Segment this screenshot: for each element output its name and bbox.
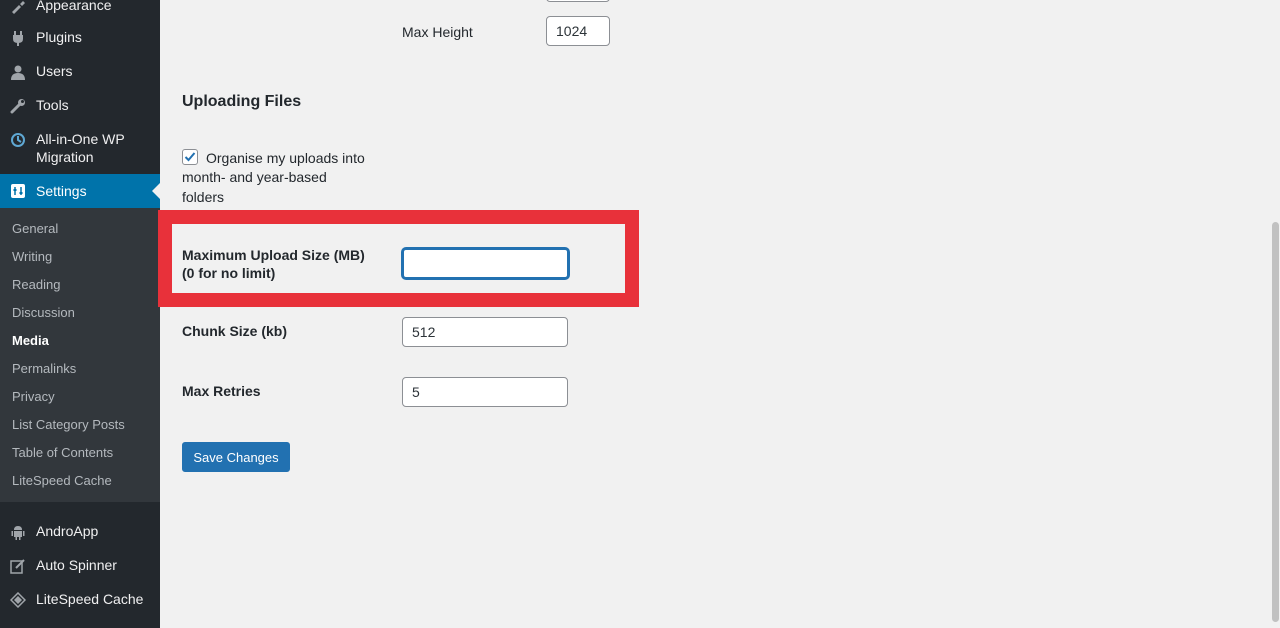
sidebar-item-plugins[interactable]: Plugins (0, 28, 160, 48)
max-upload-size-label-line-1: Maximum Upload Size (MB) (182, 247, 365, 263)
scrollbar-thumb[interactable] (1272, 222, 1279, 622)
sidebar-item-tools[interactable]: Tools (0, 96, 160, 116)
sidebar-item-label: AndroApp (36, 523, 99, 539)
max-upload-size-label-line-2: (0 for no limit) (182, 265, 276, 281)
sidebar-item-auto-spinner[interactable]: Auto Spinner (0, 556, 160, 576)
organise-uploads-label-line-2: month- and year-based (182, 169, 327, 185)
submenu-item-list-category-posts[interactable]: List Category Posts (12, 417, 125, 432)
diamond-icon (8, 590, 28, 610)
submenu-item-privacy[interactable]: Privacy (12, 389, 55, 404)
sidebar-item-label: Settings (36, 183, 87, 199)
submenu-item-general[interactable]: General (12, 221, 58, 236)
max-retries-label: Max Retries (182, 383, 261, 399)
organise-uploads-label-line-1: Organise my uploads into (206, 150, 365, 166)
migration-icon (8, 130, 28, 150)
sidebar-item-label: Plugins (36, 29, 82, 45)
submenu-item-media[interactable]: Media (12, 333, 49, 348)
submenu-item-reading[interactable]: Reading (12, 277, 60, 292)
sidebar-item-litespeed-cache[interactable]: LiteSpeed Cache (0, 590, 160, 610)
max-upload-size-input[interactable] (402, 248, 569, 279)
settings-content: Max Height 1024 Uploading Files Organise… (158, 0, 1270, 628)
max-height-label: Max Height (402, 24, 473, 40)
brush-icon (8, 0, 28, 16)
uploading-files-heading: Uploading Files (182, 93, 302, 110)
organise-uploads-checkbox[interactable] (182, 149, 198, 165)
sidebar-item-label: Auto Spinner (36, 557, 117, 573)
sidebar-item-label: LiteSpeed Cache (36, 591, 144, 607)
sidebar-item-label: Appearance (36, 0, 112, 13)
sidebar-item-label: Tools (36, 97, 69, 113)
submenu-item-table-of-contents[interactable]: Table of Contents (12, 445, 113, 460)
sidebar-item-label: All-in-One WP Migration (36, 131, 125, 165)
submenu-item-litespeed-cache[interactable]: LiteSpeed Cache (12, 473, 112, 488)
sidebar-item-all-in-one-wp-migration[interactable]: All-in-One WP Migration (0, 130, 160, 168)
sidebar-item-androapp[interactable]: AndroApp (0, 522, 160, 542)
max-height-input[interactable]: 1024 (546, 16, 610, 46)
settings-icon (8, 181, 28, 201)
wrench-icon (8, 96, 28, 116)
scrollbar[interactable] (1270, 0, 1280, 628)
user-icon (8, 62, 28, 82)
chunk-size-input[interactable]: 512 (402, 317, 568, 347)
save-changes-button[interactable]: Save Changes (182, 442, 290, 472)
submenu-item-discussion[interactable]: Discussion (12, 305, 75, 320)
organise-uploads-label-line-3: folders (182, 189, 225, 205)
settings-submenu: General Writing Reading Discussion Media… (0, 208, 160, 502)
chunk-size-label: Chunk Size (kb) (182, 323, 288, 339)
checkmark-icon (184, 152, 196, 162)
edit-icon (8, 556, 28, 576)
sidebar-item-users[interactable]: Users (0, 62, 160, 82)
sidebar-item-settings[interactable]: Settings (0, 174, 160, 208)
sidebar-item-label: Users (36, 63, 73, 79)
sidebar-item-appearance[interactable]: Appearance (0, 0, 160, 18)
android-icon (8, 522, 28, 542)
plugin-icon (8, 28, 28, 48)
admin-sidebar: Appearance Plugins Users Tools All-in-On… (0, 0, 160, 628)
submenu-item-writing[interactable]: Writing (12, 249, 52, 264)
max-retries-input[interactable]: 5 (402, 377, 568, 407)
max-width-input[interactable] (546, 0, 610, 2)
submenu-item-permalinks[interactable]: Permalinks (12, 361, 76, 376)
